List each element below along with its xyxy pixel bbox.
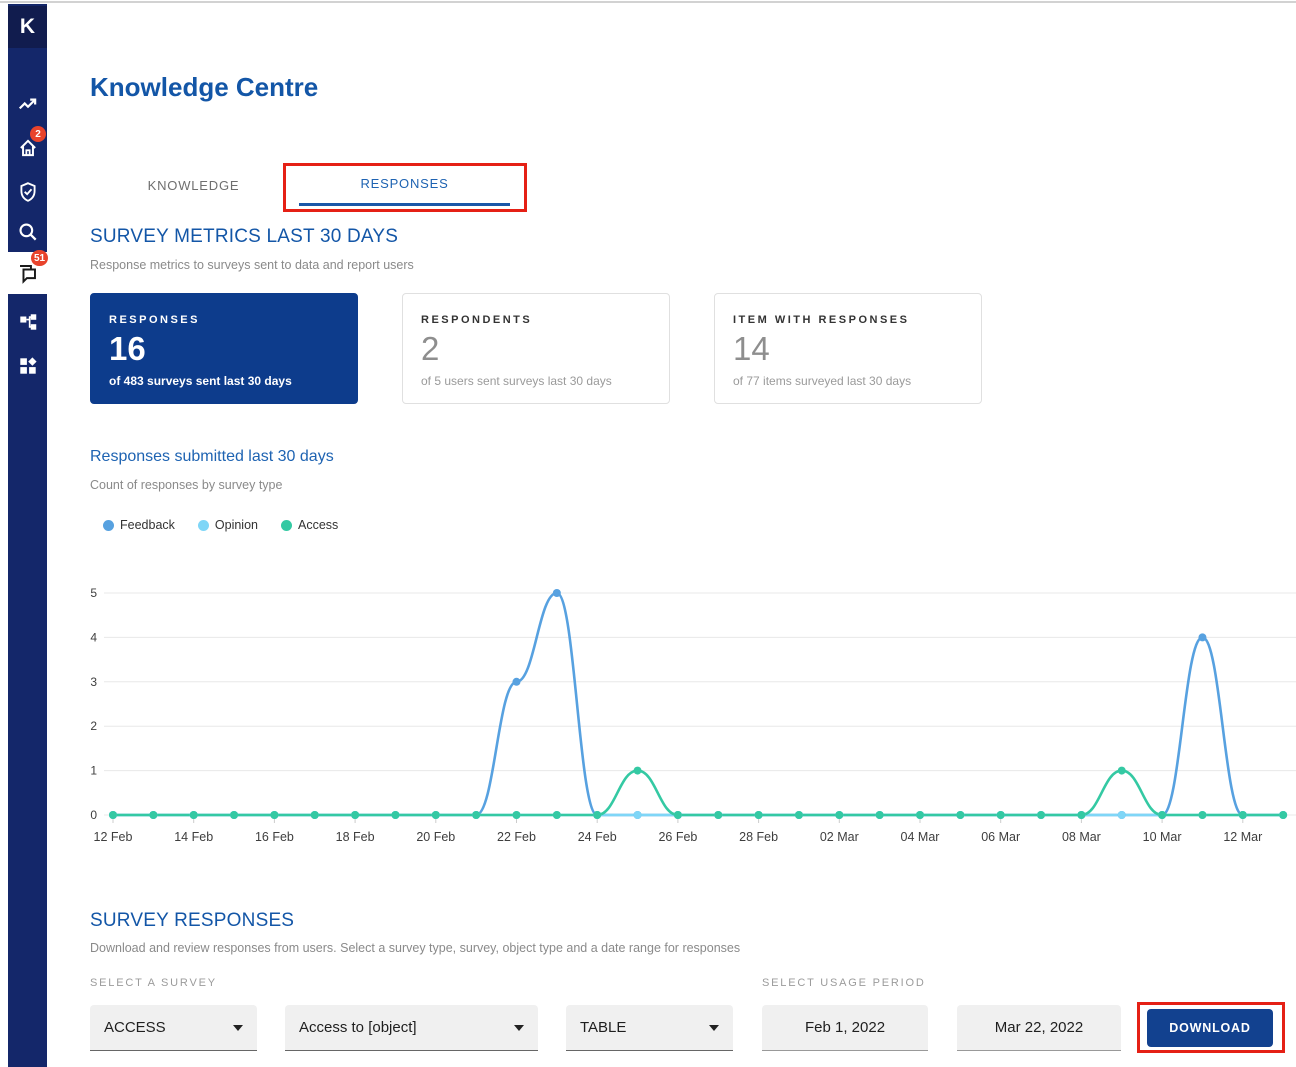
chat-notification-badge: 51 [31,250,48,266]
metric-caption: of 5 users sent surveys last 30 days [421,374,651,388]
window-top-border [0,1,1296,3]
svg-text:0: 0 [90,808,97,822]
trending-up-icon [17,93,39,115]
line-chart-svg: 0 1 2 3 4 5 12 Feb 14 Feb 16 Feb 18 Feb 20 Feb 22 F… [0,578,1296,868]
search-icon [17,221,39,243]
select-survey-label: SELECT A SURVEY [90,977,217,989]
start-date-value: Feb 1, 2022 [805,1019,885,1036]
legend-label: Opinion [215,518,258,532]
page-title: Knowledge Centre [90,72,318,103]
legend-item-feedback[interactable]: Feedback [103,518,175,532]
end-date-field[interactable]: Mar 22, 2022 [957,1005,1121,1051]
hierarchy-icon [17,311,39,333]
metric-label: RESPONDENTS [421,314,651,326]
chevron-down-icon [709,1025,719,1031]
sidebar-item-governance[interactable] [8,172,47,212]
sidebar-item-dashboard[interactable] [8,346,47,386]
svg-text:12 Mar: 12 Mar [1223,830,1262,844]
shield-check-icon [17,181,39,203]
chart-subtitle: Count of responses by survey type [90,478,282,492]
svg-text:2: 2 [90,719,97,733]
svg-text:12 Feb: 12 Feb [94,830,133,844]
metric-label: ITEM WITH RESPONSES [733,314,963,326]
survey-type-dropdown[interactable]: ACCESS [90,1005,257,1051]
metric-value: 14 [733,332,963,365]
knowledge-centre-page: K 2 [0,0,1296,1067]
metric-value: 16 [109,332,339,365]
metric-card-responses[interactable]: RESPONSES 16 of 483 surveys sent last 30… [90,293,358,404]
svg-text:06 Mar: 06 Mar [981,830,1020,844]
svg-text:1: 1 [90,764,97,778]
metric-cards: RESPONSES 16 of 483 surveys sent last 30… [90,293,982,404]
responses-line-chart: 0 1 2 3 4 5 12 Feb 14 Feb 16 Feb 18 Feb 20 Feb 22 F… [0,578,1296,868]
svg-text:08 Mar: 08 Mar [1062,830,1101,844]
download-button[interactable]: DOWNLOAD [1147,1009,1273,1047]
metric-card-items-with-responses[interactable]: ITEM WITH RESPONSES 14 of 77 items surve… [714,293,982,404]
svg-text:22 Feb: 22 Feb [497,830,536,844]
svg-text:10 Mar: 10 Mar [1143,830,1182,844]
legend-item-access[interactable]: Access [281,518,338,532]
responses-section-title: SURVEY RESPONSES [90,910,294,932]
metric-card-respondents[interactable]: RESPONDENTS 2 of 5 users sent surveys la… [402,293,670,404]
svg-text:16 Feb: 16 Feb [255,830,294,844]
end-date-value: Mar 22, 2022 [995,1019,1083,1036]
tab-knowledge[interactable]: KNOWLEDGE [88,164,299,206]
svg-text:18 Feb: 18 Feb [336,830,375,844]
svg-text:3: 3 [90,675,97,689]
select-usage-period-label: SELECT USAGE PERIOD [762,977,926,989]
svg-text:20 Feb: 20 Feb [416,830,455,844]
metric-caption: of 483 surveys sent last 30 days [109,374,339,388]
widgets-icon [17,355,39,377]
survey-type-value: ACCESS [104,1019,166,1036]
survey-dropdown[interactable]: Access to [object] [285,1005,538,1051]
legend-item-opinion[interactable]: Opinion [198,518,258,532]
responses-section-subtitle: Download and review responses from users… [90,941,740,955]
metrics-section-subtitle: Response metrics to surveys sent to data… [90,258,414,272]
chart-title: Responses submitted last 30 days [90,448,334,466]
sidebar-item-analytics[interactable] [8,84,47,124]
svg-text:28 Feb: 28 Feb [739,830,778,844]
object-type-value: TABLE [580,1019,626,1036]
svg-text:4: 4 [90,630,97,644]
metric-label: RESPONSES [109,314,339,326]
app-logo[interactable]: K [8,6,47,48]
access-legend-dot-icon [281,520,292,531]
object-type-dropdown[interactable]: TABLE [566,1005,733,1051]
home-notification-badge: 2 [30,126,46,142]
svg-text:14 Feb: 14 Feb [174,830,213,844]
legend-label: Feedback [120,518,175,532]
chevron-down-icon [514,1025,524,1031]
metric-value: 2 [421,332,651,365]
feedback-legend-dot-icon [103,520,114,531]
svg-text:5: 5 [90,586,97,600]
tab-responses[interactable]: RESPONSES [299,164,510,206]
svg-text:02 Mar: 02 Mar [820,830,859,844]
start-date-field[interactable]: Feb 1, 2022 [762,1005,928,1051]
svg-text:04 Mar: 04 Mar [901,830,940,844]
sidebar-item-search[interactable] [8,212,47,252]
opinion-legend-dot-icon [198,520,209,531]
legend-label: Access [298,518,338,532]
svg-text:24 Feb: 24 Feb [578,830,617,844]
sidebar: K 2 [8,4,47,1067]
chevron-down-icon [233,1025,243,1031]
metrics-section-title: SURVEY METRICS LAST 30 DAYS [90,226,398,248]
survey-value: Access to [object] [299,1019,417,1036]
svg-text:26 Feb: 26 Feb [658,830,697,844]
sidebar-item-hierarchy[interactable] [8,302,47,342]
metric-caption: of 77 items surveyed last 30 days [733,374,963,388]
chart-legend: Feedback Opinion Access [103,518,361,532]
